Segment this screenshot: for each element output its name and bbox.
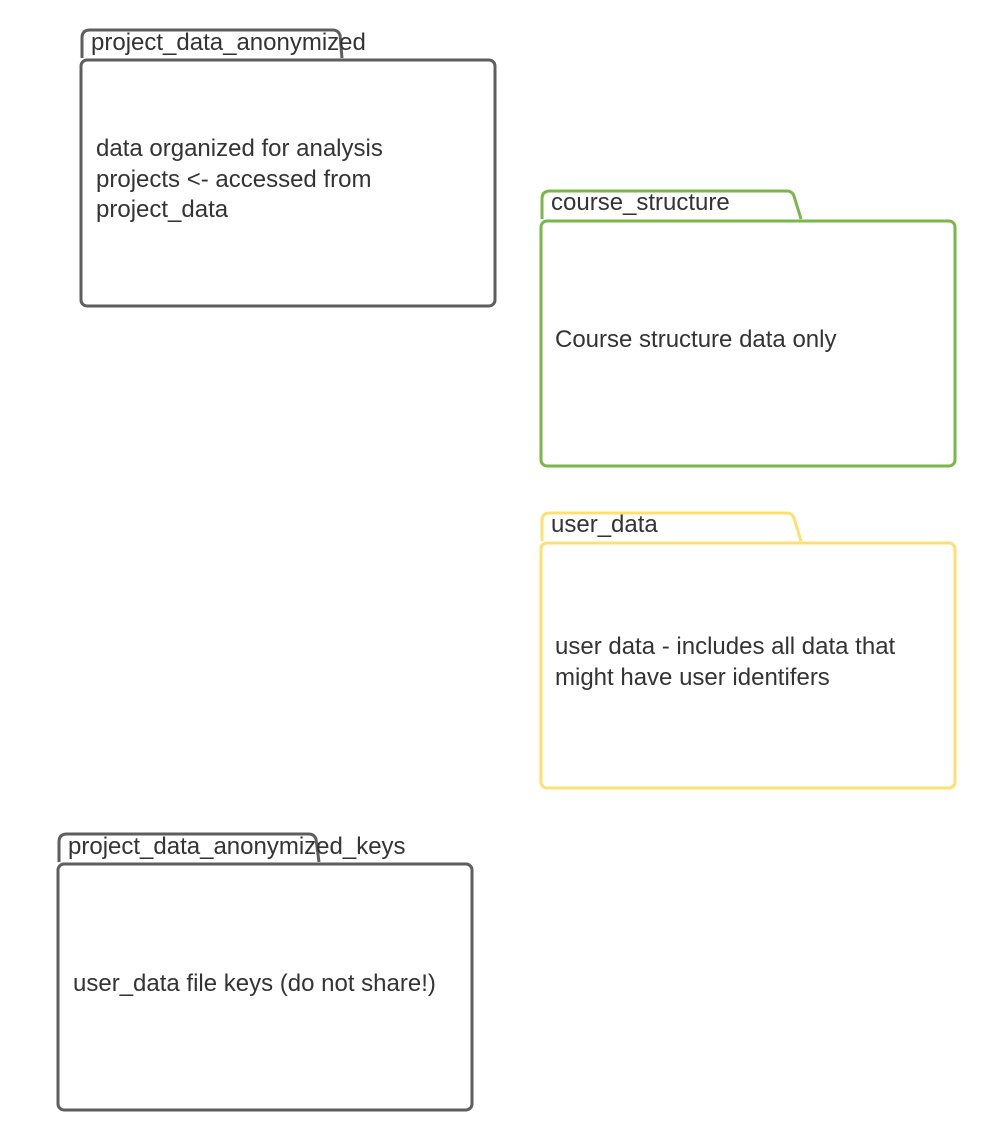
folder-tab-label: project_data_anonymized_keys bbox=[68, 833, 406, 860]
body-line: user_data file keys (do not share!) bbox=[73, 970, 436, 997]
folder-diagram: project_data_anonymized data organized f… bbox=[0, 0, 1000, 1134]
folder-body-text: user_data file keys (do not share!) bbox=[73, 969, 436, 1000]
folder-shape-project-data-anonymized-keys bbox=[56, 832, 474, 1112]
